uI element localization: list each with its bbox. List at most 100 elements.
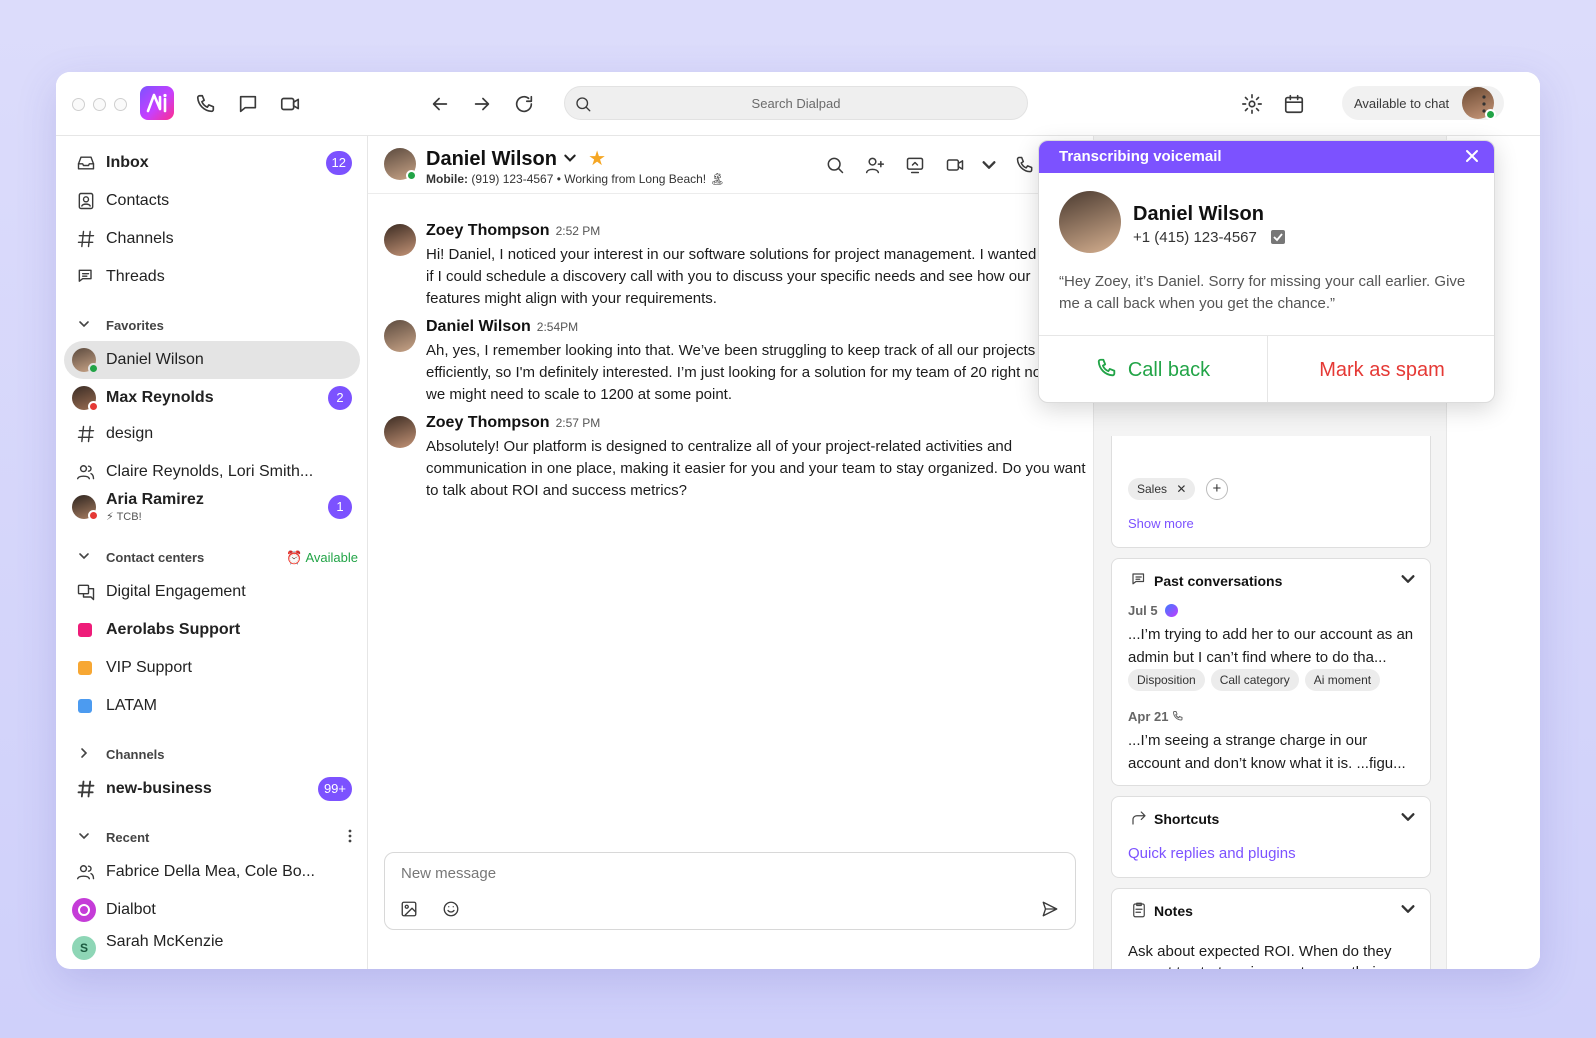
avatar: S: [72, 936, 96, 960]
sidebar-item-label: Daniel Wilson: [106, 351, 204, 368]
message-input[interactable]: New message: [401, 865, 496, 882]
phone-and-status: (919) 123-4567 • Working from Long Beach…: [471, 172, 725, 186]
refresh-icon[interactable]: [512, 92, 536, 116]
sidebar-item-new-business[interactable]: new-business 99+: [64, 770, 360, 808]
quick-replies-link[interactable]: Quick replies and plugins: [1128, 845, 1296, 862]
contact-name: Daniel Wilson: [426, 148, 557, 170]
tag-label: Sales: [1137, 482, 1168, 496]
window-close-dot[interactable]: [72, 98, 85, 111]
notes-card: Notes Ask about expected ROI. When do th…: [1111, 888, 1431, 969]
window-zoom-dot[interactable]: [114, 98, 127, 111]
add-person-icon[interactable]: [864, 154, 886, 176]
settings-gear-icon[interactable]: [1240, 92, 1264, 116]
voicemail-actions: Call back Mark as spam: [1039, 335, 1494, 402]
sidebar-item-vip-support[interactable]: VIP Support: [64, 649, 360, 687]
sidebar-item-digital-engagement[interactable]: Digital Engagement: [64, 573, 360, 611]
conversation-snippet[interactable]: ...I’m seeing a strange charge in our ac…: [1128, 729, 1420, 775]
back-arrow-icon[interactable]: [428, 92, 452, 116]
recent-section-header[interactable]: Recent: [78, 829, 358, 846]
clipboard-icon: [1130, 901, 1148, 919]
tag-chip: Ai moment: [1304, 669, 1381, 691]
sidebar-item-dialbot[interactable]: Dialbot: [64, 891, 360, 929]
channels-section-header[interactable]: Channels: [78, 747, 165, 762]
sidebar-item-label: Contacts: [106, 192, 170, 209]
caller-phone-number: +1 (415) 123-4567: [1133, 229, 1257, 246]
sidebar-item-label: Max Reynolds: [106, 389, 214, 406]
show-more-link[interactable]: Show more: [1128, 516, 1194, 531]
sidebar-item-threads[interactable]: Threads: [64, 258, 360, 296]
contact-centers-section-header[interactable]: Contact centers ⏰ Available: [78, 550, 358, 565]
sidebar-item-contacts[interactable]: Contacts: [64, 182, 360, 220]
chevron-down-icon: [78, 830, 92, 845]
messenger-icon: [1165, 604, 1179, 617]
sidebar-item-label: Inbox: [106, 154, 149, 171]
contact-center-availability[interactable]: ⏰ Available: [286, 550, 358, 566]
sidebar-item-inbox[interactable]: Inbox 12: [64, 144, 360, 182]
message-author: Daniel Wilson 2:54PM: [426, 318, 578, 336]
call-back-button[interactable]: Call back: [1039, 336, 1267, 402]
video-icon[interactable]: [278, 92, 302, 116]
sidebar-item-label: Fabrice Della Mea, Cole Bo...: [106, 863, 315, 880]
search-icon[interactable]: [824, 154, 846, 176]
sidebar-item-recent-group[interactable]: Fabrice Della Mea, Cole Bo...: [64, 853, 360, 891]
mark-as-spam-label: Mark as spam: [1319, 359, 1445, 381]
sidebar-item-label: Aerolabs Support: [106, 621, 241, 638]
availability-status-label: Available to chat: [1354, 96, 1450, 111]
sidebar-item-sarah-mckenzie[interactable]: S Sarah McKenzie: [64, 929, 360, 967]
sidebar-item-channels[interactable]: Channels: [64, 220, 360, 258]
message-time: 2:52 PM: [555, 224, 601, 238]
tag-chip: Call category: [1210, 669, 1299, 691]
close-icon[interactable]: ✕: [1176, 482, 1186, 496]
message-time: 2:57 PM: [555, 416, 601, 430]
sidebar-item-design[interactable]: design: [64, 415, 360, 453]
chevron-down-icon[interactable]: [1400, 571, 1416, 587]
call-back-label: Call back: [1127, 359, 1211, 381]
recent-more-icon[interactable]: [348, 829, 352, 846]
conversation-snippet[interactable]: ...I’m trying to add her to our account …: [1128, 623, 1420, 669]
close-icon[interactable]: [1464, 148, 1480, 164]
chevron-down-icon[interactable]: [1400, 809, 1416, 825]
phone-icon[interactable]: [1014, 154, 1036, 176]
forward-arrow-icon[interactable]: [470, 92, 494, 116]
caller-name: Daniel Wilson: [1133, 203, 1264, 225]
search-bar[interactable]: Search Dialpad: [564, 86, 1028, 120]
voicemail-popup: Transcribing voicemail Daniel Wilson +1 …: [1038, 140, 1495, 403]
screen-share-icon[interactable]: [904, 154, 926, 176]
calendar-icon[interactable]: [1282, 92, 1306, 116]
add-tag-icon[interactable]: +: [1205, 478, 1228, 500]
phone-icon[interactable]: [194, 92, 218, 116]
app-logo[interactable]: [140, 86, 174, 120]
video-icon[interactable]: [944, 154, 966, 176]
sidebar-item-daniel-wilson[interactable]: Daniel Wilson: [64, 341, 360, 379]
sidebar-item-aerolabs-support[interactable]: Aerolabs Support: [64, 611, 360, 649]
sidebar-item-label: design: [106, 425, 154, 442]
tag-chip[interactable]: Sales ✕: [1128, 478, 1196, 500]
favorites-section-header[interactable]: Favorites: [78, 318, 164, 333]
chevron-down-icon[interactable]: [1400, 901, 1416, 917]
card-title: Shortcuts: [1154, 811, 1220, 827]
section-label: Recent: [106, 830, 150, 845]
emoji-icon[interactable]: [441, 899, 461, 919]
message-author: Zoey Thompson 2:57 PM: [426, 414, 600, 432]
contacts-icon: [76, 191, 96, 211]
chevron-down-icon[interactable]: [978, 154, 1000, 176]
window-minimize-dot[interactable]: [93, 98, 106, 111]
favorite-star-icon[interactable]: ★: [588, 148, 606, 170]
sidebar-item-latam[interactable]: LATAM: [64, 687, 360, 725]
mark-as-spam-button[interactable]: Mark as spam: [1268, 336, 1494, 402]
past-conversations-card: Past conversations Jul 5 ...I’m trying t…: [1111, 558, 1431, 786]
chat-icon[interactable]: [236, 92, 260, 116]
section-label: Channels: [106, 747, 165, 762]
sidebar-item-max-reynolds[interactable]: Max Reynolds 2: [64, 379, 360, 417]
author-name: Daniel Wilson: [426, 318, 531, 335]
notes-text[interactable]: Ask about expected ROI. When do they exp…: [1128, 941, 1420, 969]
contact-name-dropdown[interactable]: Daniel Wilson ★: [426, 146, 606, 171]
more-vertical-icon[interactable]: [1476, 92, 1492, 116]
dialbot-icon: [72, 898, 96, 922]
send-icon[interactable]: [1039, 899, 1061, 919]
message-composer[interactable]: New message: [384, 852, 1076, 930]
message-body: Absolutely! Our platform is designed to …: [426, 438, 1086, 499]
image-icon[interactable]: [399, 899, 419, 919]
sidebar-item-aria-ramirez[interactable]: Aria Ramirez ⚡ TCB! 1: [64, 486, 360, 528]
conversation-date: Apr 21: [1128, 709, 1184, 724]
